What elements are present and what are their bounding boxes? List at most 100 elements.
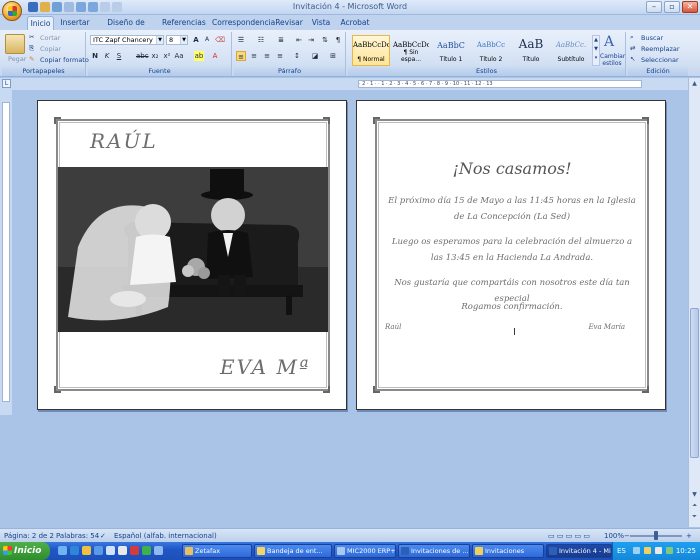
outlook-icon[interactable] xyxy=(82,546,91,555)
underline-icon[interactable]: S xyxy=(114,51,124,61)
bullets-icon[interactable]: ☰ xyxy=(236,35,246,45)
ruler-scale[interactable]: · 2 · 1 · · 1 · 2 · 3 · 4 · 5 · 6 · 7 · … xyxy=(358,80,642,88)
office-button[interactable] xyxy=(2,1,22,21)
change-styles-button[interactable]: Cambiar estilos xyxy=(600,53,625,67)
tab-insertar[interactable]: Insertar xyxy=(60,16,90,30)
task-zetafax[interactable]: Zetafax xyxy=(182,544,252,558)
increase-indent-icon[interactable]: ⇥ xyxy=(306,35,316,45)
style-no-spacing[interactable]: AaBbCcDc ¶ Sin espa... xyxy=(392,35,430,66)
style-title[interactable]: AaB Título xyxy=(512,35,550,66)
ie-icon[interactable] xyxy=(70,546,79,555)
tray-icon[interactable] xyxy=(644,547,651,554)
tab-diseno[interactable]: Diseño de página xyxy=(96,16,156,40)
multilevel-list-icon[interactable]: ≣ xyxy=(276,35,286,45)
minimize-button[interactable]: – xyxy=(646,1,662,13)
style-heading-1[interactable]: AaBbC Título 1 xyxy=(432,35,470,66)
align-center-icon[interactable]: ≡ xyxy=(249,51,259,61)
pilcrow-icon[interactable]: ¶ xyxy=(333,35,343,45)
style-subtitle[interactable]: AaBbCc. Subtítulo xyxy=(552,35,590,66)
task-invitacion-4[interactable]: Invitación 4 - Mi... xyxy=(546,544,612,558)
tab-inicio[interactable]: Inicio xyxy=(27,16,54,30)
vertical-ruler-scale[interactable] xyxy=(2,102,10,402)
italic-icon[interactable]: K xyxy=(102,51,112,61)
decrease-indent-icon[interactable]: ⇤ xyxy=(294,35,304,45)
tab-acrobat[interactable]: Acrobat xyxy=(340,16,370,30)
font-color-icon[interactable]: A xyxy=(210,51,220,61)
justify-icon[interactable]: ≡ xyxy=(275,51,285,61)
format-painter-button[interactable]: Copiar formato xyxy=(40,56,89,64)
show-desktop-icon[interactable] xyxy=(58,546,67,555)
paste-icon[interactable] xyxy=(5,34,25,54)
clear-format-icon[interactable]: ⌫ xyxy=(215,35,225,45)
grow-font-icon[interactable]: A xyxy=(191,35,201,45)
tab-revisar[interactable]: Revisar xyxy=(274,16,304,30)
page-left[interactable]: RAÚL EVA Mª xyxy=(37,100,347,410)
word-count[interactable]: Palabras: 54 xyxy=(56,532,99,540)
quicklaunch-icon[interactable] xyxy=(106,546,115,555)
start-button[interactable]: Inicio xyxy=(0,542,50,560)
view-buttons-icon[interactable]: ▭ ▭ ▭ ▭ ▭ xyxy=(548,532,590,540)
vertical-scrollbar[interactable]: ▲ ▼ ⏶ ⏷ xyxy=(688,78,700,527)
scroll-thumb[interactable] xyxy=(690,308,699,458)
tab-vista[interactable]: Vista xyxy=(310,16,332,30)
chevron-down-icon[interactable]: ▼ xyxy=(156,36,163,44)
superscript-icon[interactable]: x² xyxy=(162,51,172,61)
close-button[interactable]: ✕ xyxy=(682,1,698,13)
paste-button[interactable]: Pegar xyxy=(8,55,26,63)
chevron-down-icon[interactable]: ▼ xyxy=(180,36,187,44)
previous-page-icon[interactable]: ⏶ xyxy=(690,502,699,512)
cut-button[interactable]: Cortar xyxy=(40,34,60,42)
find-button[interactable]: Buscar xyxy=(641,34,663,42)
replace-button[interactable]: Reemplazar xyxy=(641,45,680,53)
align-right-icon[interactable]: ≡ xyxy=(262,51,272,61)
select-button[interactable]: Seleccionar xyxy=(641,56,679,64)
style-heading-2[interactable]: AaBbCc Título 2 xyxy=(472,35,510,66)
numbering-icon[interactable]: ☷ xyxy=(256,35,266,45)
clock[interactable]: 10:25 xyxy=(676,547,696,555)
quicklaunch-icon[interactable] xyxy=(154,546,163,555)
styles-scroll[interactable]: ▲ ▼ ▾ xyxy=(592,35,600,66)
zoom-level[interactable]: 100% xyxy=(604,532,624,540)
task-invitaciones-folder[interactable]: Invitaciones xyxy=(472,544,544,558)
quicklaunch-icon[interactable] xyxy=(142,546,151,555)
tab-selector-icon[interactable]: L xyxy=(2,79,11,88)
style-normal[interactable]: AaBbCcDc ¶ Normal xyxy=(352,35,390,66)
quicklaunch-icon[interactable] xyxy=(130,546,139,555)
tray-icon[interactable] xyxy=(633,547,640,554)
font-name-combo[interactable]: ITC Zapf Chancery ▼ xyxy=(90,35,164,45)
spellcheck-icon[interactable]: ✓ xyxy=(100,532,106,540)
copy-button[interactable]: Copiar xyxy=(40,45,61,53)
language-tray[interactable]: ES xyxy=(617,547,626,555)
zoom-slider-knob[interactable] xyxy=(654,531,658,540)
bold-icon[interactable]: N xyxy=(90,51,100,61)
next-page-icon[interactable]: ⏷ xyxy=(690,513,699,523)
language-indicator[interactable]: Español (alfab. internacional) xyxy=(114,532,217,540)
scroll-up-icon[interactable]: ▲ xyxy=(690,80,699,90)
tab-referencias[interactable]: Referencias xyxy=(162,16,206,30)
tab-correspondencia[interactable]: Correspondencia xyxy=(212,16,275,30)
scroll-down-icon[interactable]: ▼ xyxy=(690,491,699,501)
task-invitaciones-de[interactable]: Invitaciones de ... xyxy=(398,544,470,558)
zoom-in-icon[interactable]: + xyxy=(686,532,692,540)
highlight-icon[interactable]: ab xyxy=(194,51,204,61)
align-left-icon[interactable]: ≡ xyxy=(236,51,246,61)
font-size-combo[interactable]: 8 ▼ xyxy=(166,35,188,45)
maximize-button[interactable]: ▫ xyxy=(664,1,680,13)
tray-icon[interactable] xyxy=(666,547,673,554)
shading-icon[interactable]: ◪ xyxy=(310,51,320,61)
wedding-photo[interactable] xyxy=(58,167,328,332)
task-erp[interactable]: MIC2000 ERP+ xyxy=(334,544,396,558)
quicklaunch-icon[interactable] xyxy=(118,546,127,555)
subscript-icon[interactable]: x₂ xyxy=(150,51,160,61)
borders-icon[interactable]: ⊞ xyxy=(328,51,338,61)
zoom-out-icon[interactable]: − xyxy=(624,532,630,540)
strikethrough-icon[interactable]: abc xyxy=(136,51,149,61)
tray-icon[interactable] xyxy=(655,547,662,554)
task-inbox[interactable]: Bandeja de ent... xyxy=(254,544,332,558)
page-count[interactable]: Página: 2 de 2 xyxy=(4,532,54,540)
quicklaunch-icon[interactable] xyxy=(94,546,103,555)
change-case-icon[interactable]: Aa xyxy=(174,51,184,61)
line-spacing-icon[interactable]: ↕ xyxy=(292,51,302,61)
shrink-font-icon[interactable]: A xyxy=(202,35,212,45)
page-right[interactable]: ¡Nos casamos! El próximo día 15 de Mayo … xyxy=(356,100,666,410)
